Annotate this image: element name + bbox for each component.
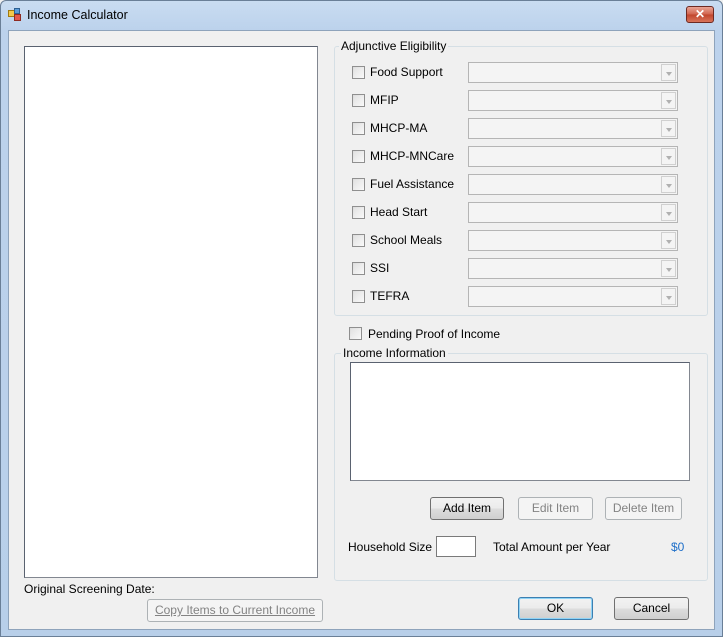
- window-title: Income Calculator: [27, 8, 128, 22]
- copy-items-button[interactable]: Copy Items to Current Income: [147, 599, 323, 622]
- ssi-checkbox[interactable]: [352, 262, 365, 275]
- ssi-select[interactable]: [468, 258, 678, 279]
- mfip-checkbox[interactable]: [352, 94, 365, 107]
- head-start-label: Head Start: [370, 205, 428, 219]
- tefra-select[interactable]: [468, 286, 678, 307]
- title-bar[interactable]: Income Calculator ✕: [1, 1, 722, 29]
- app-icon: [8, 8, 21, 21]
- mhcp-ma-checkbox[interactable]: [352, 122, 365, 135]
- head-start-checkbox[interactable]: [352, 206, 365, 219]
- school-meals-checkbox[interactable]: [352, 234, 365, 247]
- food-support-checkbox[interactable]: [352, 66, 365, 79]
- chevron-down-icon[interactable]: [661, 148, 676, 165]
- chevron-down-icon[interactable]: [661, 176, 676, 193]
- add-item-button-label: Add Item: [442, 501, 492, 515]
- mfip-select[interactable]: [468, 90, 678, 111]
- close-button[interactable]: ✕: [686, 6, 714, 23]
- total-amount-label: Total Amount per Year: [493, 540, 611, 554]
- ok-button[interactable]: OK: [518, 597, 593, 620]
- fuel-assistance-label: Fuel Assistance: [370, 177, 455, 191]
- food-support-select[interactable]: [468, 62, 678, 83]
- school-meals-select[interactable]: [468, 230, 678, 251]
- fuel-assistance-checkbox[interactable]: [352, 178, 365, 191]
- mhcp-ma-label: MHCP-MA: [370, 121, 428, 135]
- ok-button-label: OK: [546, 601, 565, 615]
- edit-item-button[interactable]: Edit Item: [518, 497, 593, 520]
- edit-item-button-label: Edit Item: [531, 501, 580, 515]
- delete-item-button-label: Delete Item: [612, 501, 675, 515]
- tefra-label: TEFRA: [370, 289, 410, 303]
- copy-items-button-label: Copy Items to Current Income: [154, 603, 316, 617]
- add-item-button[interactable]: Add Item: [430, 497, 504, 520]
- chevron-down-icon[interactable]: [661, 260, 676, 277]
- original-screening-date-label: Original Screening Date:: [24, 582, 155, 596]
- mhcp-mncare-label: MHCP-MNCare: [370, 149, 454, 163]
- mhcp-mncare-checkbox[interactable]: [352, 150, 365, 163]
- income-items-list[interactable]: [24, 46, 318, 578]
- school-meals-label: School Meals: [370, 233, 443, 247]
- chevron-down-icon[interactable]: [661, 92, 676, 109]
- mhcp-mncare-select[interactable]: [468, 146, 678, 167]
- adjunctive-eligibility-title: Adjunctive Eligibility: [339, 39, 449, 53]
- ssi-label: SSI: [370, 261, 390, 275]
- pending-proof-label: Pending Proof of Income: [368, 327, 501, 341]
- chevron-down-icon[interactable]: [661, 120, 676, 137]
- income-information-title: Income Information: [341, 346, 448, 360]
- delete-item-button[interactable]: Delete Item: [605, 497, 682, 520]
- total-amount-value: $0: [671, 540, 685, 554]
- pending-proof-checkbox[interactable]: [349, 327, 362, 340]
- mhcp-ma-select[interactable]: [468, 118, 678, 139]
- income-items-box[interactable]: [350, 362, 690, 481]
- food-support-label: Food Support: [370, 65, 443, 79]
- fuel-assistance-select[interactable]: [468, 174, 678, 195]
- close-icon: ✕: [694, 7, 706, 21]
- household-size-label: Household Size: [348, 540, 433, 554]
- chevron-down-icon[interactable]: [661, 64, 676, 81]
- household-size-input[interactable]: [436, 536, 476, 557]
- tefra-checkbox[interactable]: [352, 290, 365, 303]
- chevron-down-icon[interactable]: [661, 204, 676, 221]
- chevron-down-icon[interactable]: [661, 232, 676, 249]
- cancel-button[interactable]: Cancel: [614, 597, 689, 620]
- chevron-down-icon[interactable]: [661, 288, 676, 305]
- mfip-label: MFIP: [370, 93, 399, 107]
- cancel-button-label: Cancel: [632, 601, 671, 615]
- head-start-select[interactable]: [468, 202, 678, 223]
